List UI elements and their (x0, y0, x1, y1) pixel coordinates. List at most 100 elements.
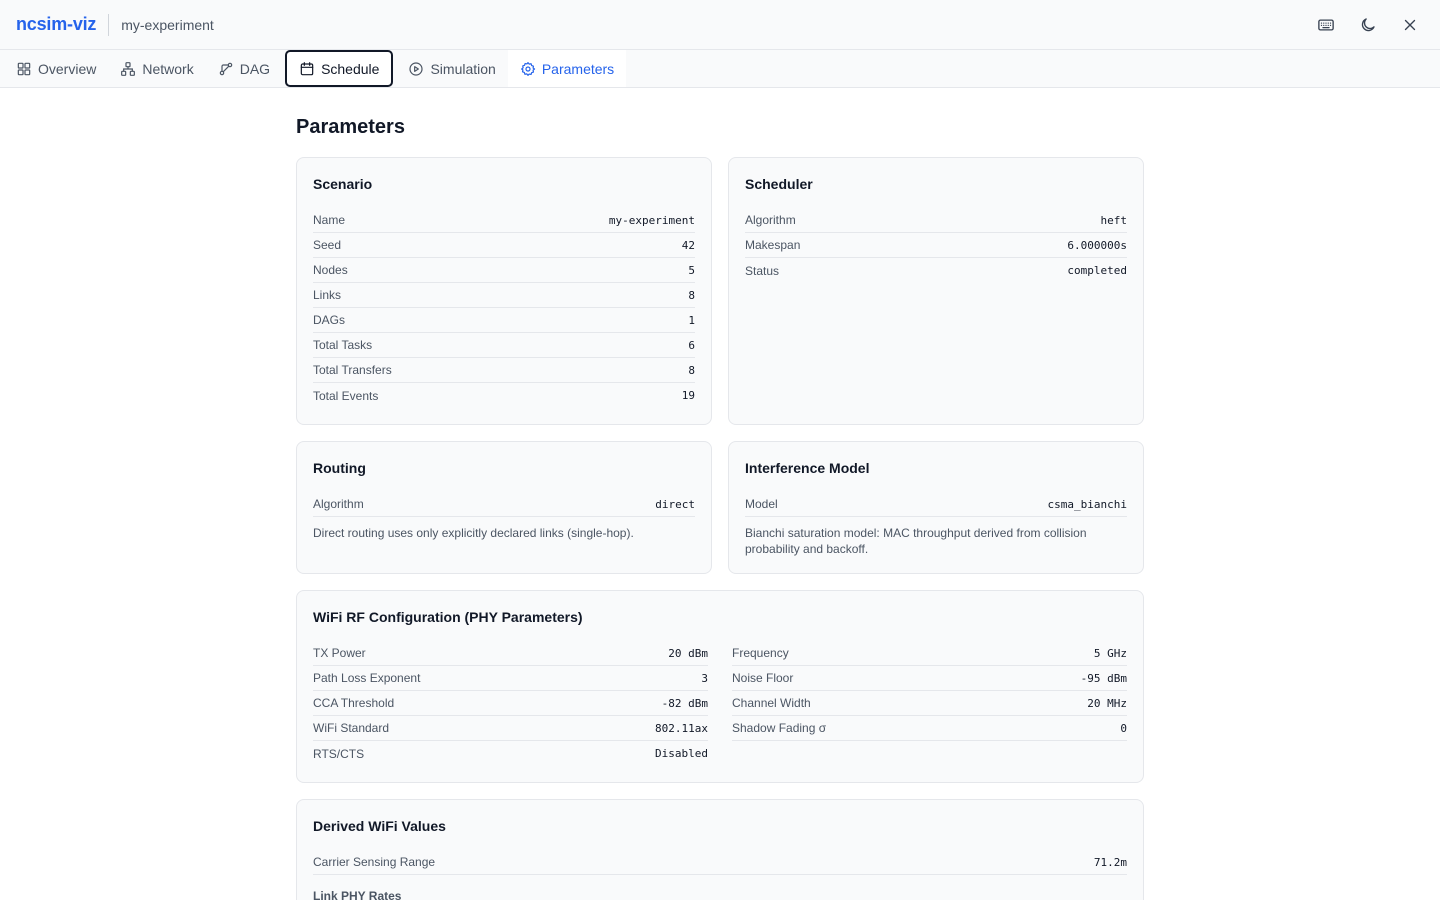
brand-logo[interactable]: ncsim-viz (16, 14, 96, 35)
param-key: Total Transfers (313, 363, 392, 377)
scheduler-card: Scheduler Algorithm heft Makespan 6.000000… (728, 157, 1144, 425)
gear-icon (520, 61, 535, 76)
wifi-columns: TX Power 20 dBm Path Loss Exponent 3 CCA T… (313, 641, 1127, 766)
param-key: Total Events (313, 388, 379, 403)
param-value: 20 dBm (668, 646, 708, 660)
param-key: Links (313, 288, 342, 302)
param-key: Algorithm (313, 497, 364, 511)
grid-icon (17, 62, 31, 75)
param-key: Algorithm (745, 213, 796, 227)
wifi-card: WiFi RF Configuration (PHY Parameters) T… (296, 590, 1144, 783)
param-value: 1 (688, 313, 695, 327)
routing-card: Routing Algorithm direct Direct routing u… (296, 441, 712, 574)
param-value: heft (1100, 213, 1128, 227)
tab-label: Simulation (430, 60, 496, 77)
param-value: Disabled (655, 747, 708, 760)
param-row: Noise Floor -95 dBm (732, 666, 1127, 691)
tab-network[interactable]: Network (108, 50, 205, 87)
param-key: Total Tasks (313, 338, 373, 352)
param-key: TX Power (313, 646, 366, 660)
interference-card: Interference Model Model csma_bianchi Bia… (728, 441, 1144, 574)
param-key: WiFi Standard (313, 721, 390, 735)
param-row: Status completed (745, 258, 1127, 283)
play-icon (409, 61, 424, 76)
param-value: 42 (681, 238, 695, 252)
tab-label: Network (142, 60, 194, 77)
param-row: Path Loss Exponent 3 (313, 666, 708, 691)
routing-description: Direct routing uses only explicitly decl… (313, 526, 634, 540)
calendar-icon (300, 61, 314, 75)
card-title: Routing (313, 460, 366, 476)
param-value: 71.2m (1093, 855, 1127, 869)
param-row: Total Transfers 8 (313, 358, 695, 383)
header-divider (108, 13, 110, 36)
scenario-rows: Name my-experiment Seed 42 Nodes 5 Links 8 D… (313, 208, 695, 408)
param-value: -95 dBm (1080, 671, 1127, 685)
param-value: completed (1067, 264, 1127, 277)
moon-icon[interactable] (1354, 11, 1382, 39)
link-phy-rates-heading: Link PHY Rates (313, 889, 402, 900)
dag-icon (219, 62, 232, 75)
param-row: Name my-experiment (313, 208, 695, 233)
param-key: Status (745, 263, 780, 278)
tab-schedule[interactable]: Schedule (285, 50, 394, 87)
param-key: Shadow Fading σ (732, 721, 827, 735)
param-value: 5 (688, 263, 695, 277)
param-key: Nodes (313, 263, 348, 277)
param-row: CCA Threshold -82 dBm (313, 691, 708, 716)
tab-bar: Overview Network DAG Schedule Simulation… (0, 50, 1440, 88)
card-title: Interference Model (745, 460, 870, 476)
tab-parameters[interactable]: Parameters (507, 50, 627, 87)
param-value: csma_bianchi (1047, 497, 1127, 511)
keyboard-icon[interactable] (1312, 11, 1340, 39)
param-row: Nodes 5 (313, 258, 695, 283)
param-key: Carrier Sensing Range (313, 855, 436, 869)
tab-label: Parameters (541, 60, 615, 77)
page-title: Parameters (296, 116, 405, 138)
param-row: DAGs 1 (313, 308, 695, 333)
param-row: WiFi Standard 802.11ax (313, 716, 708, 741)
param-key: Makespan (745, 238, 801, 252)
param-row: Algorithm heft (745, 208, 1127, 233)
tab-label: Schedule (321, 60, 380, 77)
param-row: Shadow Fading σ 0 (732, 716, 1127, 741)
param-key: RTS/CTS (313, 746, 365, 761)
card-title: Scenario (313, 176, 373, 192)
param-value: 20 MHz (1087, 696, 1127, 710)
main-content: Parameters Scenario Name my-experiment Se… (296, 88, 1144, 900)
param-value: 0 (1120, 721, 1127, 735)
network-icon (121, 61, 136, 76)
param-value: 8 (688, 288, 695, 302)
wifi-right-column: Frequency 5 GHz Noise Floor -95 dBm Channe… (732, 641, 1127, 766)
card-title: Derived WiFi Values (313, 818, 446, 834)
param-key: Noise Floor (732, 671, 794, 685)
param-row: Carrier Sensing Range 71.2m (313, 850, 1127, 875)
param-row: Model csma_bianchi (745, 492, 1127, 517)
param-value: direct (655, 497, 695, 511)
card-title: WiFi RF Configuration (PHY Parameters) (313, 609, 583, 625)
header-actions (1312, 11, 1424, 39)
param-row: Total Events 19 (313, 383, 695, 408)
param-row: Algorithm direct (313, 492, 695, 517)
card-row-2: Routing Algorithm direct Direct routing u… (296, 441, 1144, 574)
param-row: Links 8 (313, 283, 695, 308)
param-key: CCA Threshold (313, 696, 395, 710)
tab-simulation[interactable]: Simulation (396, 50, 507, 87)
param-row: Channel Width 20 MHz (732, 691, 1127, 716)
param-key: Model (745, 497, 778, 511)
tab-dag[interactable]: DAG (206, 50, 282, 87)
param-value: 5 GHz (1093, 646, 1127, 660)
app-header: ncsim-viz my-experiment (0, 0, 1440, 50)
param-key: DAGs (313, 313, 346, 327)
close-icon[interactable] (1396, 11, 1424, 39)
experiment-name: my-experiment (121, 16, 214, 33)
interference-description: Bianchi saturation model: MAC throughput… (745, 526, 1087, 556)
tab-overview[interactable]: Overview (4, 50, 108, 87)
card-title: Scheduler (745, 176, 813, 192)
param-row: TX Power 20 dBm (313, 641, 708, 666)
param-key: Frequency (732, 646, 789, 660)
param-row: Makespan 6.000000s (745, 233, 1127, 258)
param-row: Total Tasks 6 (313, 333, 695, 358)
param-value: 6 (688, 338, 695, 352)
param-value: 19 (681, 389, 695, 402)
